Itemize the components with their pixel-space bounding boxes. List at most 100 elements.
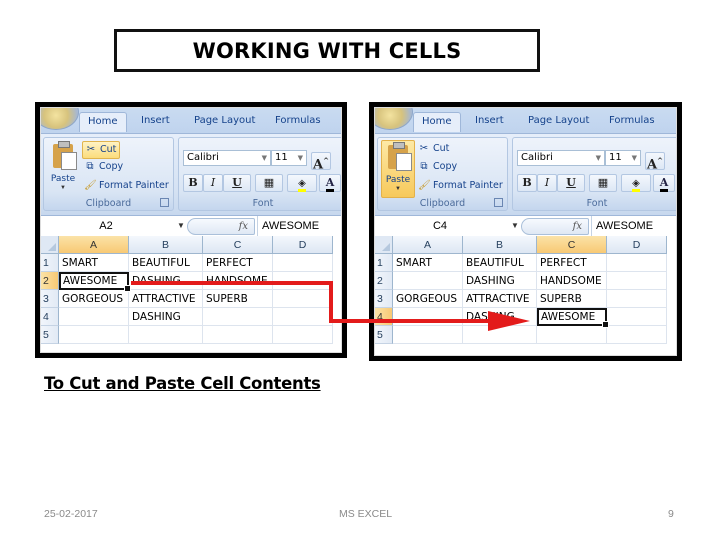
format-painter-button[interactable]: 🖌 Format Painter	[82, 178, 172, 194]
cell-b3[interactable]: ATTRACTIVE	[463, 290, 537, 308]
row-header-3[interactable]: 3	[375, 290, 393, 308]
select-all-corner[interactable]	[41, 236, 59, 254]
fill-color-button[interactable]: ◈	[621, 174, 651, 192]
chevron-down-icon[interactable]: ▼	[511, 216, 519, 236]
cell-a2[interactable]	[393, 272, 463, 290]
tab-home[interactable]: Home	[413, 112, 461, 132]
cell-b1[interactable]: BEAUTIFUL	[463, 254, 537, 272]
cell-a5[interactable]	[59, 326, 129, 344]
fill-color-button[interactable]: ◈	[287, 174, 317, 192]
cell-d5[interactable]	[273, 326, 333, 344]
column-header-b[interactable]: B	[129, 236, 203, 254]
underline-button[interactable]: U	[557, 174, 585, 192]
grow-font-button[interactable]: A^	[311, 152, 331, 172]
cell-a4[interactable]	[393, 308, 463, 326]
cell-d1[interactable]	[607, 254, 667, 272]
italic-button[interactable]: I	[537, 174, 557, 192]
cell-b1[interactable]: BEAUTIFUL	[129, 254, 203, 272]
cell-a1[interactable]: SMART	[393, 254, 463, 272]
fx-icon[interactable]: fx	[239, 219, 248, 234]
italic-button[interactable]: I	[203, 174, 223, 192]
cell-c4[interactable]: AWESOME	[537, 308, 609, 328]
cell-a3[interactable]: GORGEOUS	[59, 290, 129, 308]
cell-c5[interactable]	[537, 326, 607, 344]
cell-c2[interactable]: HANDSOME	[203, 272, 273, 290]
copy-button[interactable]: ⧉ Copy	[82, 159, 126, 175]
column-header-a[interactable]: A	[59, 236, 129, 254]
cell-c3[interactable]: SUPERB	[537, 290, 607, 308]
name-box[interactable]: A2	[41, 216, 171, 236]
tab-insert[interactable]: Insert	[141, 115, 170, 126]
paste-button[interactable]: Paste ▼	[47, 140, 79, 196]
cell-d1[interactable]	[273, 254, 333, 272]
cell-b4[interactable]: DASHING	[463, 308, 537, 326]
row-header-5[interactable]: 5	[375, 326, 393, 344]
font-name-select[interactable]: Calibri ▼	[183, 150, 271, 166]
cell-b2[interactable]: DASHING	[129, 272, 203, 290]
font-color-button[interactable]: A	[319, 174, 341, 192]
cell-b5[interactable]	[129, 326, 203, 344]
formula-input[interactable]: AWESOME	[591, 216, 653, 236]
cell-d4[interactable]	[607, 308, 667, 326]
name-box[interactable]: C4	[375, 216, 505, 236]
cell-b4[interactable]: DASHING	[129, 308, 203, 326]
row-header-4[interactable]: 4	[375, 308, 393, 326]
cut-button[interactable]: ✂ Cut	[82, 141, 121, 159]
tab-formulas[interactable]: Formulas	[609, 115, 655, 126]
tab-home[interactable]: Home	[79, 112, 127, 132]
chevron-down-icon[interactable]: ▼	[177, 216, 185, 236]
row-header-2[interactable]: 2	[41, 272, 59, 290]
row-header-3[interactable]: 3	[41, 290, 59, 308]
tab-page-layout[interactable]: Page Layout	[528, 115, 589, 126]
row-header-2[interactable]: 2	[375, 272, 393, 290]
column-header-c[interactable]: C	[203, 236, 273, 254]
column-header-d[interactable]: D	[607, 236, 667, 254]
copy-button[interactable]: ⧉ Copy	[416, 159, 460, 175]
cell-a2[interactable]: AWESOME	[59, 272, 131, 292]
cell-d3[interactable]	[607, 290, 667, 308]
cell-d2[interactable]	[607, 272, 667, 290]
column-header-c[interactable]: C	[537, 236, 607, 254]
cut-button[interactable]: ✂ Cut	[416, 141, 452, 157]
cell-c5[interactable]	[203, 326, 273, 344]
font-color-button[interactable]: A	[653, 174, 675, 192]
cell-c1[interactable]: PERFECT	[203, 254, 273, 272]
fx-icon[interactable]: fx	[573, 219, 582, 234]
office-button-icon[interactable]	[41, 108, 79, 130]
cell-c4[interactable]	[203, 308, 273, 326]
font-name-select[interactable]: Calibri ▼	[517, 150, 605, 166]
row-header-1[interactable]: 1	[41, 254, 59, 272]
cell-b3[interactable]: ATTRACTIVE	[129, 290, 203, 308]
cell-b5[interactable]	[463, 326, 537, 344]
cell-b2[interactable]: DASHING	[463, 272, 537, 290]
cell-d2[interactable]	[273, 272, 333, 290]
borders-button[interactable]: ▦	[255, 174, 283, 192]
cell-a4[interactable]	[59, 308, 129, 326]
office-button-icon[interactable]	[375, 108, 413, 130]
cell-c3[interactable]: SUPERB	[203, 290, 273, 308]
tab-page-layout[interactable]: Page Layout	[194, 115, 255, 126]
underline-button[interactable]: U	[223, 174, 251, 192]
cell-d3[interactable]	[273, 290, 333, 308]
cell-a3[interactable]: GORGEOUS	[393, 290, 463, 308]
row-header-4[interactable]: 4	[41, 308, 59, 326]
cell-a1[interactable]: SMART	[59, 254, 129, 272]
select-all-corner[interactable]	[375, 236, 393, 254]
column-header-b[interactable]: B	[463, 236, 537, 254]
tab-insert[interactable]: Insert	[475, 115, 504, 126]
format-painter-button[interactable]: 🖌 Format Painter	[416, 178, 506, 194]
grow-font-button[interactable]: A^	[645, 152, 665, 172]
cell-a5[interactable]	[393, 326, 463, 344]
row-header-1[interactable]: 1	[375, 254, 393, 272]
font-size-select[interactable]: 11 ▼	[605, 150, 641, 166]
dialog-launcher-icon[interactable]	[494, 198, 503, 207]
row-header-5[interactable]: 5	[41, 326, 59, 344]
tab-formulas[interactable]: Formulas	[275, 115, 321, 126]
cell-c1[interactable]: PERFECT	[537, 254, 607, 272]
font-size-select[interactable]: 11 ▼	[271, 150, 307, 166]
bold-button[interactable]: B	[517, 174, 537, 192]
cell-d4[interactable]	[273, 308, 333, 326]
paste-button[interactable]: Paste ▼	[381, 140, 415, 198]
column-header-d[interactable]: D	[273, 236, 333, 254]
dialog-launcher-icon[interactable]	[160, 198, 169, 207]
